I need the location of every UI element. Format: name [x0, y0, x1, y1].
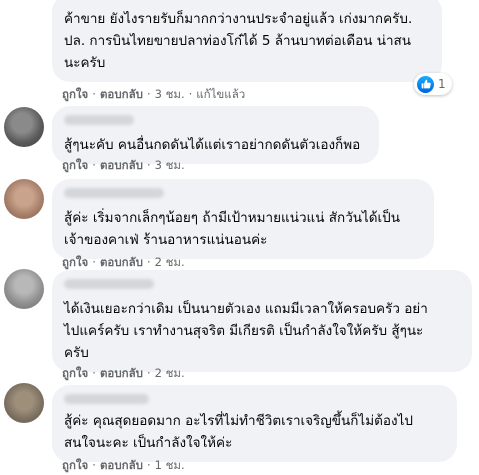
like-link[interactable]: ถูกใจ [62, 87, 88, 101]
edited-label[interactable]: แก้ไขแล้ว [196, 87, 245, 101]
like-link[interactable]: ถูกใจ [62, 158, 88, 172]
comment-actions: ถูกใจ · ตอบกลับ · 3 ชม. · แก้ไขแล้ว [62, 87, 246, 101]
timestamp[interactable]: 2 ชม. [155, 366, 185, 380]
reply-link[interactable]: ตอบกลับ [100, 87, 143, 101]
commenter-name[interactable] [64, 279, 154, 289]
comment-text: สู้ค่ะ เริ่มจากเล็กๆน้อยๆ ถ้ามีเป้าหมายแ… [64, 210, 400, 248]
timestamp[interactable]: 2 ชม. [155, 255, 185, 269]
timestamp[interactable]: 3 ชม. [155, 87, 185, 101]
reply-link[interactable]: ตอบกลับ [100, 158, 143, 172]
comment-bubble: สู้ค่ะ เริ่มจากเล็กๆน้อยๆ ถ้ามีเป้าหมายแ… [52, 179, 434, 259]
commenter-name[interactable] [64, 394, 149, 404]
comment-actions: ถูกใจ · ตอบกลับ · 1 ชม. [62, 458, 185, 472]
avatar[interactable] [4, 107, 44, 147]
reply-link[interactable]: ตอบกลับ [100, 458, 143, 472]
reply-link[interactable]: ตอบกลับ [100, 255, 143, 269]
timestamp[interactable]: 1 ชม. [155, 458, 185, 472]
avatar[interactable] [4, 269, 44, 309]
comment-text: ค้าขาย ยังไงรายรับก็มากกว่างานประจำอยู่แ… [64, 11, 413, 71]
comment-text: สู้ๆนะคับ คนอื่นกดดันได้แต่เราอย่ากดดันต… [64, 137, 361, 153]
like-icon [417, 75, 434, 93]
reaction-count[interactable]: 1 [414, 73, 452, 95]
avatar[interactable] [4, 383, 44, 423]
comment-actions: ถูกใจ · ตอบกลับ · 2 ชม. [62, 366, 185, 380]
reaction-number: 1 [438, 77, 446, 91]
avatar[interactable] [4, 179, 44, 219]
comment-bubble: สู้ค่ะ คุณสุดยอดมาก อะไรที่ไม่ทำชีวิตเรา… [52, 385, 457, 462]
comment-bubble: สู้ๆนะคับ คนอื่นกดดันได้แต่เราอย่ากดดันต… [52, 106, 379, 164]
comment-bubble: ได้เงินเยอะกว่าเดิม เป็นนายตัวเอง แถมมีเ… [52, 270, 472, 372]
reply-link[interactable]: ตอบกลับ [100, 366, 143, 380]
like-link[interactable]: ถูกใจ [62, 255, 88, 269]
like-link[interactable]: ถูกใจ [62, 458, 88, 472]
comment-text: สู้ค่ะ คุณสุดยอดมาก อะไรที่ไม่ทำชีวิตเรา… [64, 413, 413, 451]
commenter-name[interactable] [64, 115, 134, 125]
commenter-name[interactable] [64, 188, 164, 198]
timestamp[interactable]: 3 ชม. [155, 158, 185, 172]
comment-bubble: ค้าขาย ยังไงรายรับก็มากกว่างานประจำอยู่แ… [52, 0, 442, 82]
comment-actions: ถูกใจ · ตอบกลับ · 3 ชม. [62, 158, 185, 172]
like-link[interactable]: ถูกใจ [62, 366, 88, 380]
comment-text: ได้เงินเยอะกว่าเดิม เป็นนายตัวเอง แถมมีเ… [64, 301, 428, 361]
